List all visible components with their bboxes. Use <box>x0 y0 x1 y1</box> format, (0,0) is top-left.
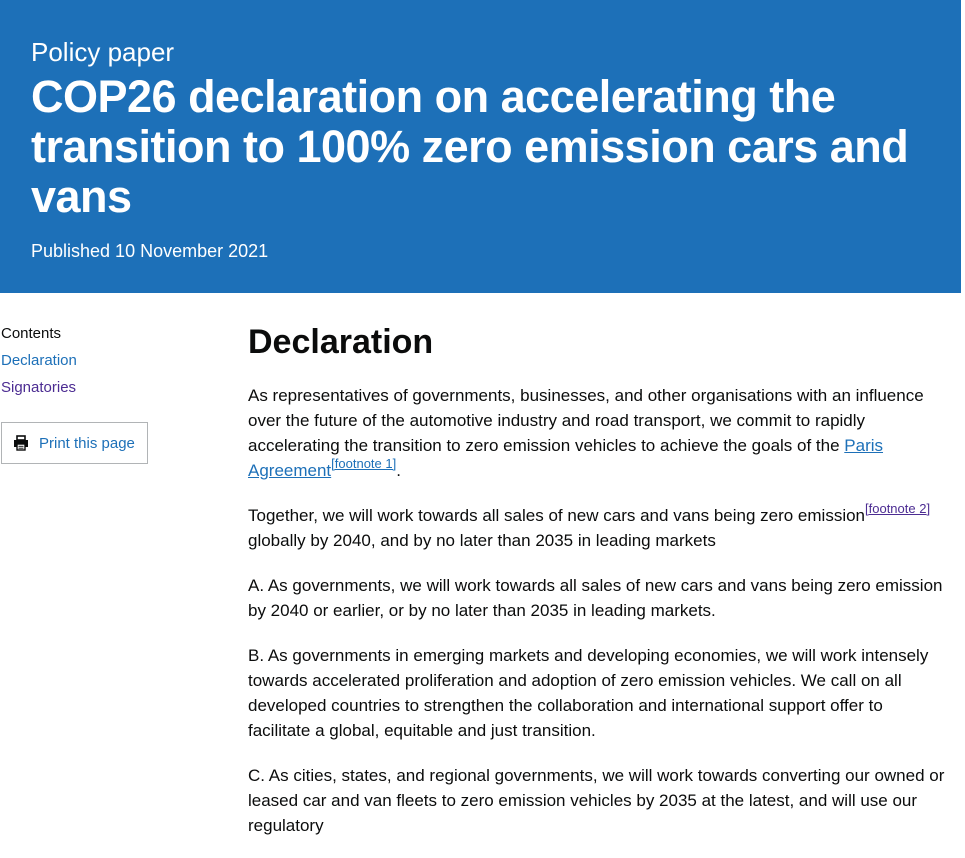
document-type: Policy paper <box>31 37 175 67</box>
section-heading-declaration: Declaration <box>248 323 434 361</box>
contents-item: Declaration <box>1 351 201 371</box>
contents-list: Declaration Signatories <box>1 351 201 398</box>
paragraph-a: A. As governments, we will work towards … <box>248 576 943 620</box>
contents-link-declaration[interactable]: Declaration <box>1 352 77 369</box>
paragraph-intro: As representatives of governments, busin… <box>248 383 948 483</box>
footnote-ref-2: [footnote 2] <box>865 501 930 516</box>
footnote-ref-1: [footnote 1] <box>331 456 396 471</box>
paragraph-together-end: globally by 2040, and by no later than 2… <box>248 531 716 550</box>
print-page-label: Print this page <box>39 434 135 452</box>
page-header-banner: Policy paper COP26 declaration on accele… <box>0 0 961 293</box>
paragraph-intro-text: As representatives of governments, busin… <box>248 386 924 455</box>
paragraph-b: B. As governments in emerging markets an… <box>248 646 929 740</box>
footnote-1-link[interactable]: [footnote 1] <box>331 456 396 471</box>
contents-nav: Contents Declaration Signatories <box>1 324 201 405</box>
contents-link-signatories[interactable]: Signatories <box>1 379 76 396</box>
published-date: Published 10 November 2021 <box>31 241 269 261</box>
printer-icon <box>14 435 28 451</box>
footnote-2-link[interactable]: [footnote 2] <box>865 501 930 516</box>
paragraph-c: C. As cities, states, and regional gover… <box>248 766 945 835</box>
print-page-button[interactable]: Print this page <box>1 422 148 464</box>
paragraph-intro-end: . <box>396 461 401 480</box>
paragraph-together-text: Together, we will work towards all sales… <box>248 506 866 525</box>
main-content: Declaration As representatives of govern… <box>248 320 948 858</box>
contents-item: Signatories <box>1 378 201 398</box>
paragraph-together: Together, we will work towards all sales… <box>248 501 948 553</box>
contents-heading: Contents <box>1 325 62 342</box>
page-title: COP26 declaration on accelerating the tr… <box>31 71 909 222</box>
